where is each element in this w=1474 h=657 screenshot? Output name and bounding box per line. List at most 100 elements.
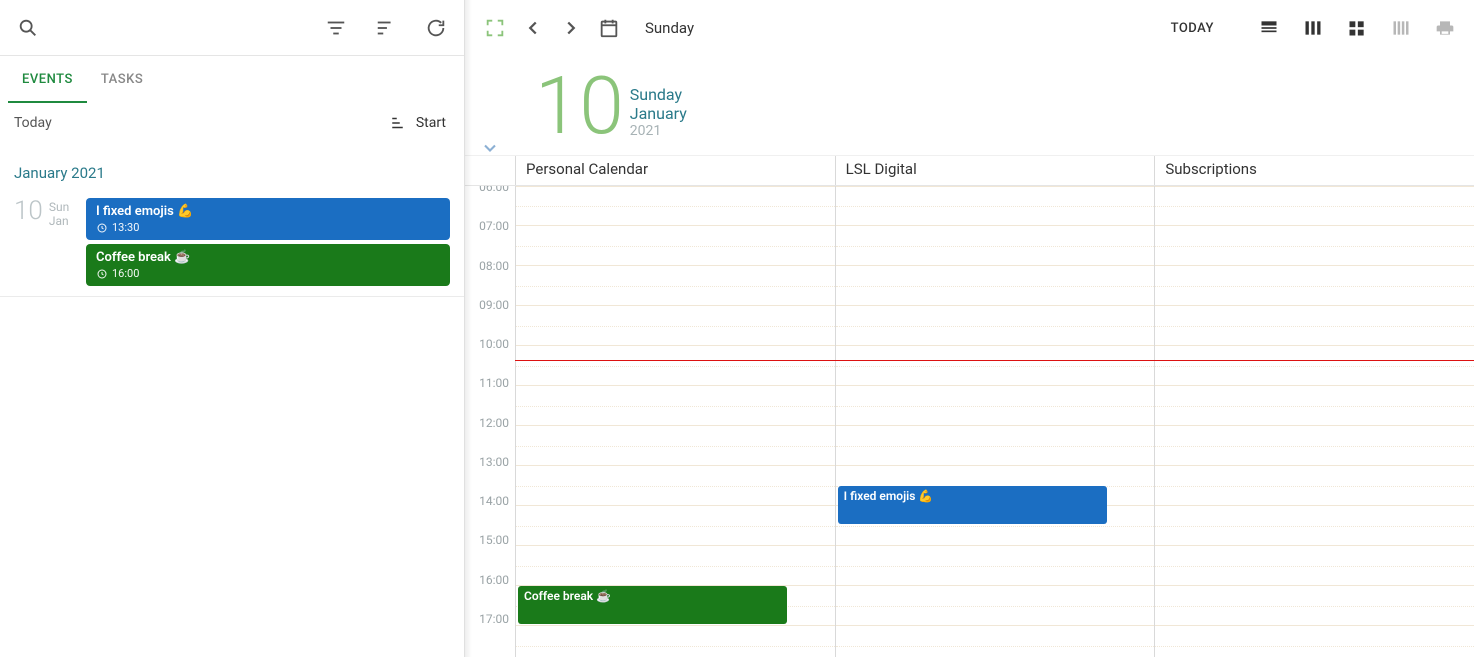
column-header[interactable]: Subscriptions [1154, 156, 1474, 185]
event-time: 13:30 [96, 221, 440, 234]
day-name: Sunday [645, 19, 694, 37]
day-number: 10 [14, 198, 43, 224]
day-num: 10 Sun Jan [14, 198, 74, 286]
sidebar-toolbar [0, 0, 464, 56]
month-header: January 2021 [0, 148, 464, 192]
hour-cell[interactable] [836, 586, 1155, 626]
date-big-num: 10 [515, 66, 630, 146]
chevron-down-icon[interactable] [480, 138, 500, 162]
hour-cell[interactable] [1155, 226, 1474, 266]
date-month: January [630, 104, 687, 123]
hour-label: 12:00 [465, 416, 515, 455]
sidebar-tabs: EVENTS TASKS [0, 56, 464, 104]
hour-cell[interactable] [516, 226, 835, 266]
hour-cell[interactable] [1155, 266, 1474, 306]
day-mon: Jan [49, 214, 69, 228]
hour-cell[interactable] [1155, 386, 1474, 426]
fullscreen-icon[interactable] [483, 16, 507, 40]
event-card[interactable]: I fixed emojis 💪 13:30 [86, 198, 450, 240]
hour-label: 17:00 [465, 612, 515, 651]
filter-icon[interactable] [324, 16, 348, 40]
today-button[interactable]: TODAY [1161, 15, 1224, 42]
hour-cell[interactable] [836, 306, 1155, 346]
hour-cell[interactable] [1155, 426, 1474, 466]
hour-cell[interactable] [836, 386, 1155, 426]
hour-label: 13:00 [465, 455, 515, 494]
hour-label: 10:00 [465, 337, 515, 376]
calendar-icon[interactable] [597, 16, 621, 40]
today-row: Today Start [0, 104, 464, 148]
hour-label: 07:00 [465, 219, 515, 258]
date-year: 2021 [630, 123, 687, 139]
hour-cell[interactable] [516, 426, 835, 466]
day-row: 10 Sun Jan I fixed emojis 💪 13:30 Coffee b… [0, 192, 464, 297]
hour-label: 14:00 [465, 494, 515, 533]
grid-event[interactable]: I fixed emojis 💪 [838, 486, 1107, 524]
view-grid-icon[interactable] [1346, 17, 1368, 39]
hour-cell[interactable] [1155, 586, 1474, 626]
hour-cell[interactable] [1155, 306, 1474, 346]
time-axis: 06:0007:0008:0009:0010:0011:0012:0013:00… [465, 186, 515, 657]
hour-cell[interactable] [836, 426, 1155, 466]
hour-cell[interactable] [836, 266, 1155, 306]
search-icon[interactable] [16, 16, 40, 40]
hour-cell[interactable] [516, 346, 835, 386]
date-dow: Sunday [630, 85, 687, 104]
calendar-column[interactable] [1154, 186, 1474, 657]
hour-cell[interactable] [516, 626, 835, 657]
sort-icon[interactable] [374, 16, 398, 40]
hour-label: 08:00 [465, 259, 515, 298]
event-time: 16:00 [96, 267, 440, 280]
hour-cell[interactable] [516, 186, 835, 226]
main: Sunday TODAY 10 Sunday January 2 [465, 0, 1474, 657]
hour-label: 09:00 [465, 298, 515, 337]
hour-cell[interactable] [1155, 546, 1474, 586]
event-card[interactable]: Coffee break ☕ 16:00 [86, 244, 450, 286]
view-list-icon[interactable] [1390, 17, 1412, 39]
print-icon[interactable] [1434, 17, 1456, 39]
hour-cell[interactable] [836, 346, 1155, 386]
sort-by-start[interactable]: Start [390, 114, 446, 132]
hour-cell[interactable] [516, 386, 835, 426]
hour-cell[interactable] [1155, 186, 1474, 226]
view-columns-icon[interactable] [1302, 17, 1324, 39]
grid-event[interactable]: Coffee break ☕ [518, 586, 787, 624]
hour-label: 11:00 [465, 376, 515, 415]
hour-cell[interactable] [1155, 626, 1474, 657]
calendar-column[interactable]: I fixed emojis 💪 [835, 186, 1155, 657]
hour-label: 16:00 [465, 573, 515, 612]
next-icon[interactable] [559, 16, 583, 40]
hour-cell[interactable] [836, 626, 1155, 657]
hour-cell[interactable] [516, 506, 835, 546]
tab-tasks[interactable]: TASKS [87, 56, 157, 103]
hour-cell[interactable] [516, 266, 835, 306]
hour-cell[interactable] [1155, 466, 1474, 506]
now-indicator [515, 360, 1474, 361]
prev-icon[interactable] [521, 16, 545, 40]
event-title: Coffee break ☕ [96, 250, 440, 265]
column-header[interactable]: Personal Calendar [515, 156, 835, 185]
tab-events[interactable]: EVENTS [8, 56, 87, 103]
view-day-icon[interactable] [1258, 17, 1280, 39]
column-header[interactable]: LSL Digital [835, 156, 1155, 185]
sort-label: Start [416, 115, 446, 131]
event-title: I fixed emojis 💪 [96, 204, 440, 219]
hour-cell[interactable] [1155, 346, 1474, 386]
hour-cell[interactable] [516, 306, 835, 346]
calendar-column[interactable]: Coffee break ☕ [515, 186, 835, 657]
main-toolbar: Sunday TODAY [465, 0, 1474, 56]
hour-cell[interactable] [516, 546, 835, 586]
date-header: 10 Sunday January 2021 [465, 56, 1474, 156]
hour-cell[interactable] [836, 186, 1155, 226]
hour-cell[interactable] [516, 466, 835, 506]
hour-label: 15:00 [465, 533, 515, 572]
column-headers: Personal CalendarLSL DigitalSubscription… [465, 156, 1474, 186]
calendar-grid[interactable]: 06:0007:0008:0009:0010:0011:0012:0013:00… [465, 186, 1474, 657]
hour-cell[interactable] [836, 226, 1155, 266]
today-label: Today [14, 115, 52, 131]
refresh-icon[interactable] [424, 16, 448, 40]
hour-cell[interactable] [836, 546, 1155, 586]
event-list: I fixed emojis 💪 13:30 Coffee break ☕ 16:00 [86, 198, 450, 286]
hour-cell[interactable] [1155, 506, 1474, 546]
hour-label: 06:00 [465, 186, 515, 219]
